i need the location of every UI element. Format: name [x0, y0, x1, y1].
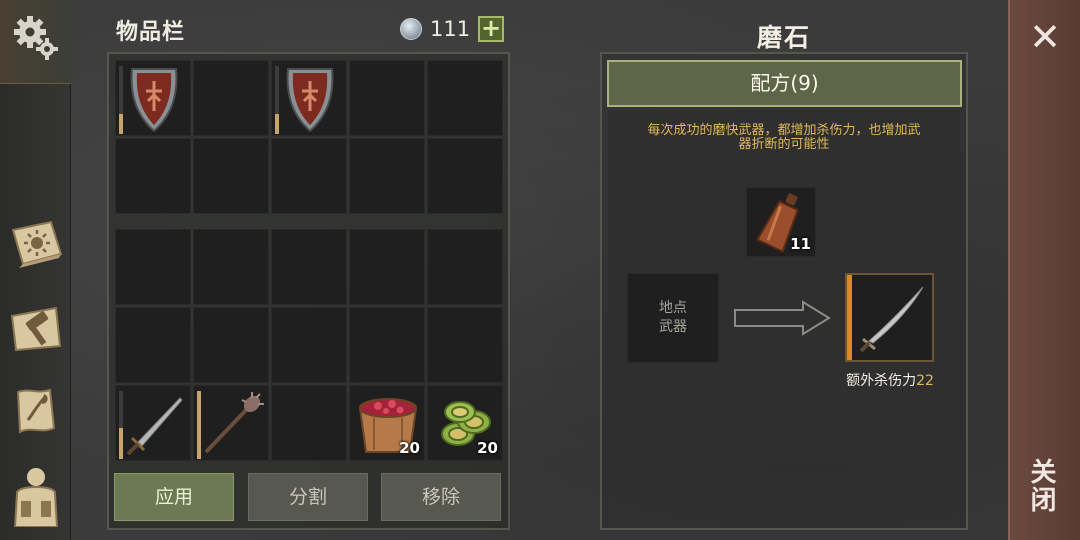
inventory-slot[interactable] [271, 229, 347, 305]
inventory-slot[interactable]: 20 [427, 385, 503, 461]
currency-count: 111 [430, 17, 471, 41]
inventory-slot[interactable] [427, 60, 503, 136]
output-bonus-text: 额外杀伤力22 [820, 370, 960, 390]
left-sidebar [0, 0, 71, 540]
item-quantity: 20 [477, 439, 498, 457]
description-line-1: 每次成功的磨快武器，都增加杀伤力，也增加武 [647, 123, 921, 138]
craft-station-title: 磨石 [756, 23, 811, 52]
inventory-slot[interactable] [193, 307, 269, 383]
currency-display: 111 + [400, 14, 505, 44]
inventory-slot[interactable] [271, 138, 347, 214]
shield-icon [286, 68, 334, 133]
inventory-title: 物品栏 [116, 20, 186, 45]
ingredient-quantity: 11 [790, 235, 811, 253]
recipe-tab[interactable]: 配方(9) [607, 60, 962, 107]
sun-book-icon [11, 220, 63, 268]
input-slot-label-line-2: 武器 [659, 319, 687, 335]
weapon-input-slot[interactable]: 地点 武器 [627, 273, 719, 363]
description-line-2: 器折断的可能性 [738, 137, 830, 152]
remove-button[interactable]: 移除 [381, 473, 501, 521]
quest-scroll-icon [16, 388, 56, 434]
item-quantity: 20 [399, 439, 420, 457]
character-button[interactable] [6, 466, 66, 527]
split-button[interactable]: 分割 [248, 473, 368, 521]
add-currency-button[interactable]: + [478, 16, 505, 42]
inventory-slot[interactable] [115, 60, 191, 136]
crafting-hammer-icon [10, 306, 62, 352]
character-backpack-icon [13, 468, 59, 527]
inventory-slot[interactable] [193, 60, 269, 136]
quests-button[interactable] [6, 382, 66, 442]
inventory-slot[interactable] [427, 138, 503, 214]
apply-button[interactable]: 应用 [114, 473, 234, 521]
inventory-slot[interactable] [271, 60, 347, 136]
inventory-slot[interactable] [349, 60, 425, 136]
spiked-mace-icon [204, 392, 264, 454]
sword-icon [126, 397, 183, 456]
inventory-slot[interactable] [427, 229, 503, 305]
output-slot[interactable] [845, 273, 934, 362]
output-bonus-label: 额外杀伤力 [846, 373, 917, 389]
inventory-slot[interactable] [115, 138, 191, 214]
backpack-grid [115, 60, 503, 214]
inventory-slot[interactable] [349, 307, 425, 383]
inventory-slot[interactable] [193, 229, 269, 305]
inventory-slot[interactable] [271, 385, 347, 461]
inventory-slot[interactable] [193, 385, 269, 461]
storage-grid: 20 20 [115, 229, 503, 461]
settings-button[interactable] [6, 8, 66, 68]
ingredient-slot[interactable]: 11 [746, 187, 816, 257]
output-bonus-value: 22 [916, 373, 934, 389]
silver-coin-icon [400, 18, 422, 40]
crafting-button[interactable] [6, 298, 66, 358]
inventory-slot[interactable] [349, 138, 425, 214]
arrow-right-icon [734, 300, 831, 336]
shield-icon [130, 68, 178, 133]
inventory-slot[interactable] [427, 307, 503, 383]
sharpened-saber-icon [859, 286, 924, 353]
inventory-slot[interactable] [115, 229, 191, 305]
close-icon[interactable]: ✕ [1025, 18, 1065, 58]
input-slot-label-line-1: 地点 [659, 300, 687, 316]
inventory-slot[interactable] [193, 138, 269, 214]
inventory-slot[interactable]: 20 [349, 385, 425, 461]
journal-button[interactable] [6, 214, 66, 274]
inventory-slot[interactable] [115, 385, 191, 461]
inventory-slot[interactable] [349, 229, 425, 305]
recipe-description: 每次成功的磨快武器，都增加杀伤力，也增加武 器折断的可能性 [618, 124, 950, 152]
gear-icon [14, 16, 58, 60]
inventory-slot[interactable] [115, 307, 191, 383]
inventory-slot[interactable] [271, 307, 347, 383]
close-button-label[interactable]: 关闭 [1026, 458, 1060, 514]
